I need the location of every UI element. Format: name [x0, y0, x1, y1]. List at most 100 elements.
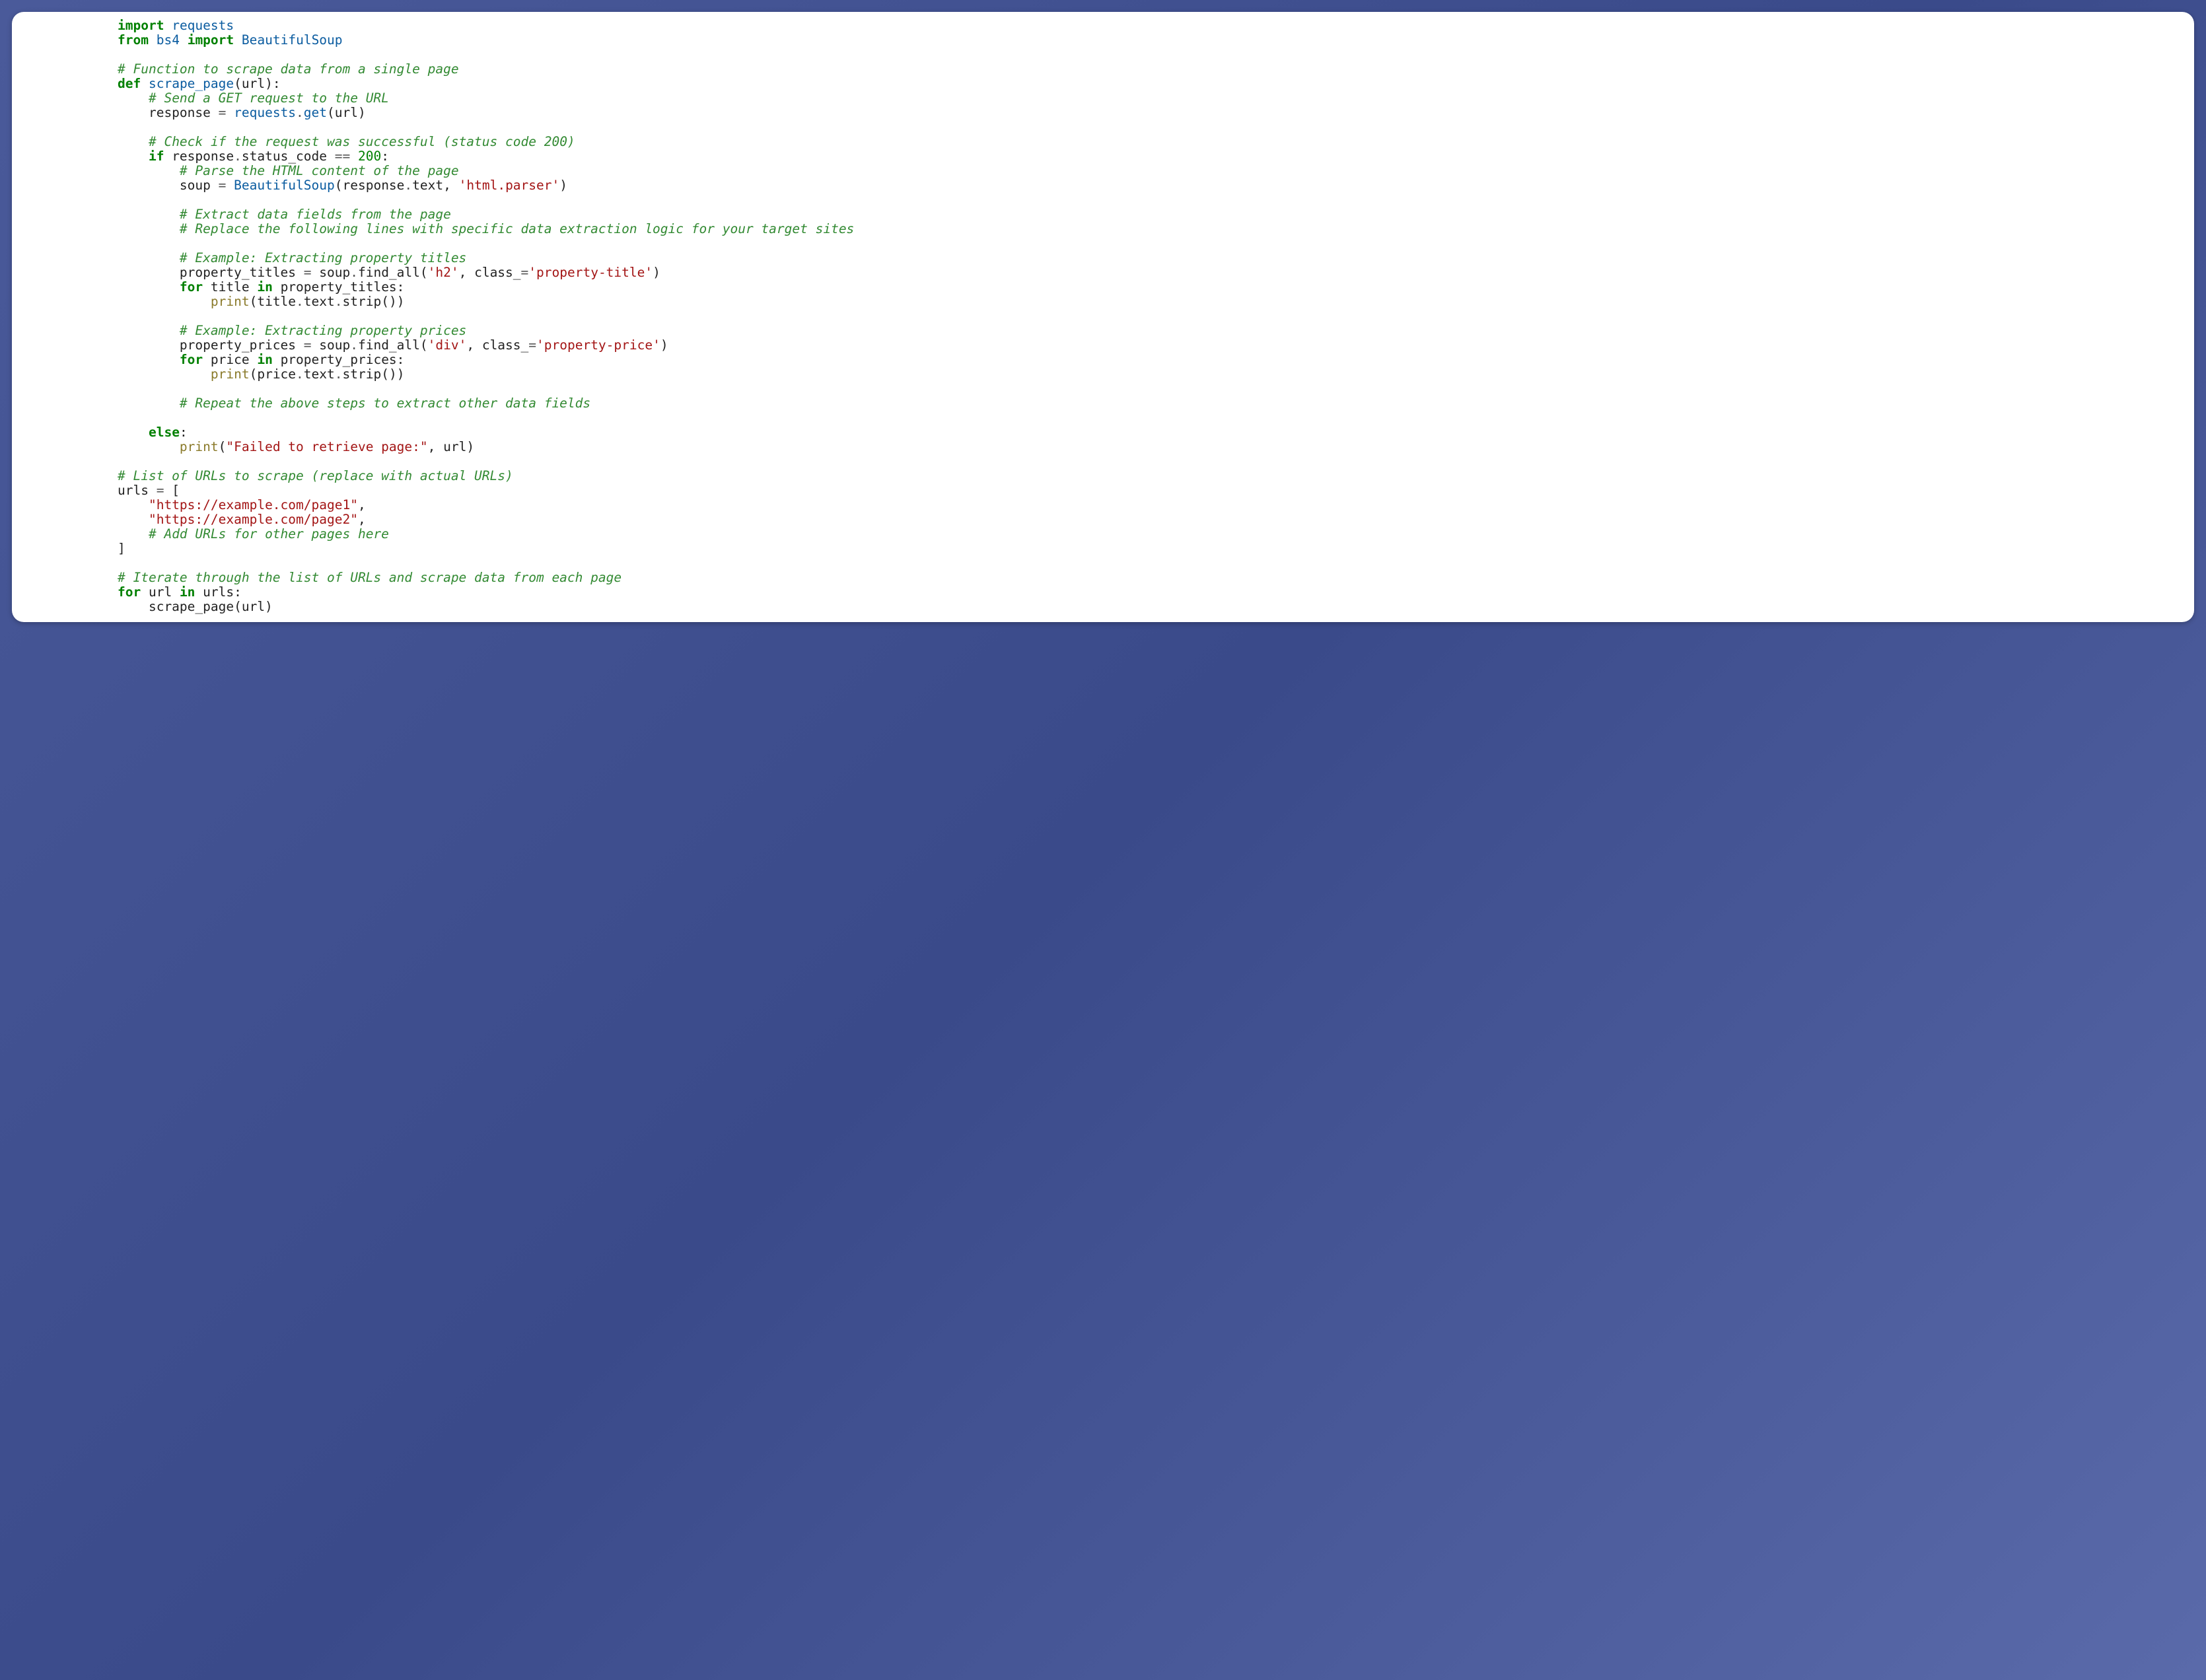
code-token: print — [211, 294, 250, 309]
code-token — [234, 32, 242, 48]
code-token: = — [304, 337, 312, 353]
code-token: import — [188, 32, 234, 48]
code-token: # Iterate through the list of URLs and s… — [118, 570, 622, 585]
code-token — [118, 149, 149, 164]
code-token: . — [234, 149, 242, 164]
code-token — [118, 250, 180, 265]
code-token: property_titles — [118, 265, 304, 280]
code-token: = — [157, 483, 164, 498]
code-token: . — [296, 367, 304, 382]
code-token: text — [304, 294, 335, 309]
code-token: urls — [118, 483, 157, 498]
code-token: 'h2' — [428, 265, 459, 280]
code-token: # Function to scrape data from a single … — [118, 61, 459, 77]
code-token: in — [180, 584, 195, 600]
code-token: "https://example.com/page1" — [149, 497, 358, 512]
code-token — [118, 90, 149, 106]
code-token: BeautifulSoup — [234, 178, 335, 193]
code-token: # Replace the following lines with speci… — [180, 221, 854, 236]
code-token: if — [149, 149, 164, 164]
code-token — [118, 221, 180, 236]
code-token: text, — [412, 178, 458, 193]
code-token: 'html.parser' — [459, 178, 560, 193]
code-token: # Send a GET request to the URL — [149, 90, 389, 106]
code-token: "Failed to retrieve page:" — [226, 439, 427, 454]
code-block[interactable]: import requests from bs4 import Beautifu… — [12, 18, 2194, 614]
code-token: (price — [250, 367, 296, 382]
code-token — [141, 76, 149, 91]
code-token: response — [118, 105, 219, 120]
code-token: . — [350, 265, 358, 280]
code-token: requests — [234, 105, 296, 120]
code-token: = — [304, 265, 312, 280]
code-token: = — [521, 265, 529, 280]
code-token: print — [180, 439, 219, 454]
code-token: (title — [250, 294, 296, 309]
code-token: from — [118, 32, 149, 48]
code-token: ] — [118, 541, 125, 556]
code-token: soup — [312, 265, 351, 280]
code-token — [226, 178, 234, 193]
code-token: = — [219, 105, 227, 120]
code-token: = — [528, 337, 536, 353]
code-token: soup — [312, 337, 351, 353]
code-token: for — [118, 584, 141, 600]
code-token: in — [257, 352, 272, 367]
code-token: find_all( — [358, 337, 428, 353]
code-token: . — [296, 294, 304, 309]
code-token: 'property-title' — [528, 265, 653, 280]
code-token: property_prices — [118, 337, 304, 353]
code-token: title — [203, 279, 257, 295]
code-token: # Check if the request was successful (s… — [149, 134, 575, 149]
code-token: # Add URLs for other pages here — [149, 526, 389, 542]
code-token: 200 — [358, 149, 381, 164]
code-token: # List of URLs to scrape (replace with a… — [118, 468, 513, 483]
code-token: ( — [219, 439, 227, 454]
code-card: import requests from bs4 import Beautifu… — [12, 12, 2194, 622]
code-token: (response — [335, 178, 405, 193]
code-token: price — [203, 352, 257, 367]
code-token: BeautifulSoup — [242, 32, 343, 48]
code-token: for — [180, 352, 203, 367]
code-token — [149, 32, 157, 48]
code-token — [350, 149, 358, 164]
code-token: == — [335, 149, 350, 164]
code-token: soup — [118, 178, 219, 193]
code-token: find_all( — [358, 265, 428, 280]
code-token: print — [211, 367, 250, 382]
code-token: , url) — [428, 439, 474, 454]
code-token: # Example: Extracting property titles — [180, 250, 466, 265]
code-token: get — [304, 105, 327, 120]
code-token: . — [350, 337, 358, 353]
code-token: requests — [172, 18, 234, 33]
code-token: . — [296, 105, 304, 120]
code-token: 'div' — [428, 337, 467, 353]
code-token: for — [180, 279, 203, 295]
code-token: , class_ — [466, 337, 528, 353]
code-token — [164, 18, 172, 33]
code-token: # Parse the HTML content of the page — [180, 163, 459, 178]
code-token: 'property-price' — [536, 337, 660, 353]
code-token: "https://example.com/page2" — [149, 512, 358, 527]
code-token: # Repeat the above steps to extract othe… — [180, 396, 590, 411]
code-token: text — [304, 367, 335, 382]
code-token — [180, 32, 188, 48]
code-token: response — [164, 149, 234, 164]
code-token: . — [335, 367, 343, 382]
code-token: . — [404, 178, 412, 193]
code-token: def — [118, 76, 141, 91]
code-token: # Example: Extracting property prices — [180, 323, 466, 338]
code-token: bs4 — [157, 32, 180, 48]
code-token: # Extract data fields from the page — [180, 207, 451, 222]
code-token: = — [219, 178, 227, 193]
code-token: scrape_page — [149, 76, 234, 91]
code-token — [226, 105, 234, 120]
code-token: (url): — [234, 76, 280, 91]
code-token: in — [257, 279, 272, 295]
code-token: , class_ — [459, 265, 521, 280]
code-token: url — [141, 584, 180, 600]
code-token: import — [118, 18, 164, 33]
code-token — [118, 425, 149, 440]
code-token: . — [335, 294, 343, 309]
code-token: status_code — [242, 149, 335, 164]
